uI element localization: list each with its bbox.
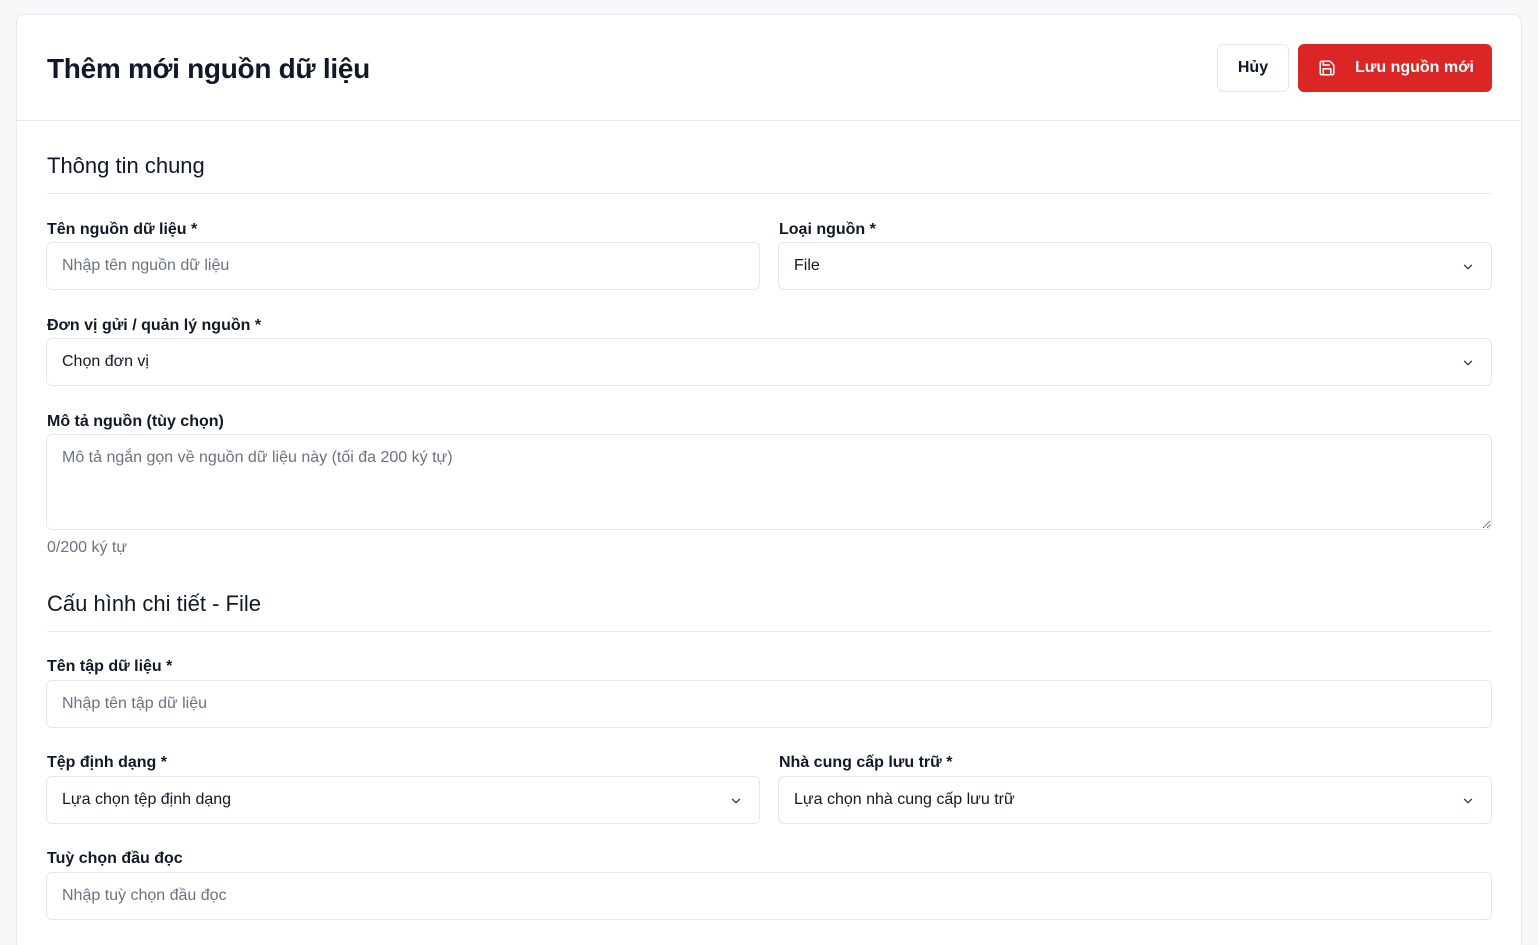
storage-provider-value: Lựa chọn nhà cung cấp lưu trữ — [794, 791, 1015, 808]
cancel-button[interactable]: Hủy — [1217, 44, 1289, 92]
unit-label: Đơn vị gửi / quản lý nguồn * — [47, 317, 262, 334]
header-option-input[interactable]: Nhập tuỳ chọn đầu đọc — [46, 872, 1492, 920]
chevron-down-icon — [1463, 264, 1473, 270]
chevron-down-icon — [1463, 798, 1473, 804]
header-option-placeholder: Nhập tuỳ chọn đầu đọc — [62, 887, 227, 904]
save-button[interactable]: Lưu nguồn mới — [1298, 44, 1492, 92]
storage-provider-label: Nhà cung cấp lưu trữ * — [779, 754, 953, 771]
file-format-value: Lựa chọn tệp định dạng — [62, 791, 232, 808]
file-format-select[interactable]: Lựa chọn tệp định dạng — [46, 776, 760, 824]
source-name-label: Tên nguồn dữ liệu * — [47, 221, 198, 238]
source-name-input[interactable]: Nhập tên nguồn dữ liệu — [46, 242, 760, 290]
description-char-counter: 0/200 ký tự — [47, 539, 128, 556]
source-type-value: File — [794, 257, 820, 274]
form-card: Thêm mới nguồn dữ liệu Hủy Lưu nguồn mới… — [16, 14, 1522, 945]
source-name-placeholder: Nhập tên nguồn dữ liệu — [62, 257, 230, 274]
unit-value: Chọn đơn vị — [62, 353, 149, 370]
page-title: Thêm mới nguồn dữ liệu — [47, 53, 370, 84]
header-option-label: Tuỳ chọn đầu đọc — [47, 850, 183, 867]
page-header: Thêm mới nguồn dữ liệu Hủy Lưu nguồn mới — [17, 15, 1521, 121]
section-divider — [47, 631, 1491, 632]
dataset-name-input[interactable]: Nhập tên tập dữ liệu — [46, 680, 1492, 728]
source-type-select[interactable]: File — [778, 242, 1492, 290]
section-divider — [47, 193, 1491, 194]
section-title-detail: Cấu hình chi tiết - File — [47, 591, 261, 616]
save-icon — [1318, 59, 1336, 77]
chevron-down-icon — [1463, 360, 1473, 366]
save-button-label: Lưu nguồn mới — [1355, 59, 1474, 76]
unit-select[interactable]: Chọn đơn vị — [46, 338, 1492, 386]
chevron-down-icon — [731, 798, 741, 804]
description-textarea[interactable] — [46, 434, 1492, 530]
file-format-label: Tệp định dạng * — [47, 754, 167, 771]
source-type-label: Loại nguồn * — [779, 221, 876, 238]
description-label: Mô tả nguồn (tùy chọn) — [47, 413, 224, 430]
dataset-name-label: Tên tập dữ liệu * — [47, 658, 173, 675]
section-title-general: Thông tin chung — [47, 153, 205, 178]
dataset-name-placeholder: Nhập tên tập dữ liệu — [62, 695, 208, 712]
storage-provider-select[interactable]: Lựa chọn nhà cung cấp lưu trữ — [778, 776, 1492, 824]
